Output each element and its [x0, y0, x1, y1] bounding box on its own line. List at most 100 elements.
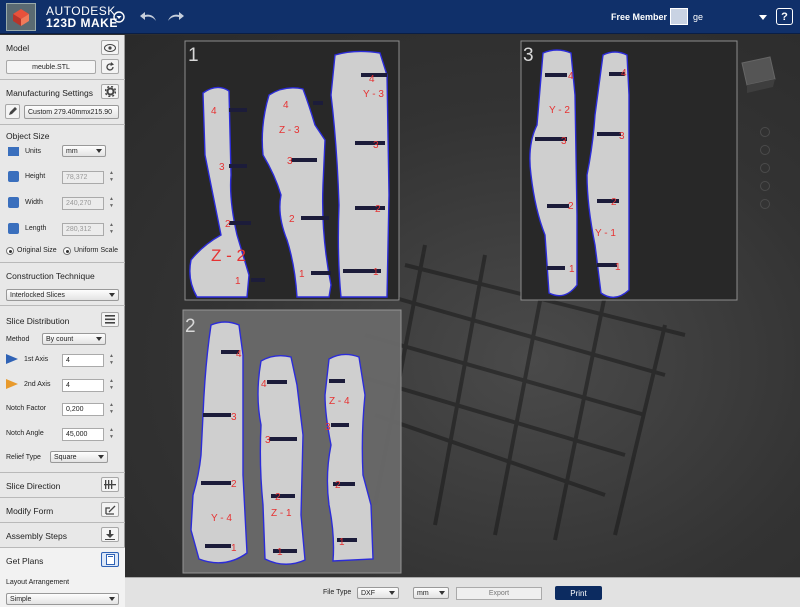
label-3: 3: [287, 156, 293, 167]
label-z4: Z - 4: [329, 396, 350, 407]
label-2: 2: [568, 201, 574, 212]
label-3: 3: [265, 435, 271, 446]
label-z2: Z - 2: [211, 246, 246, 265]
slice-direction-title: Slice Direction: [6, 481, 61, 491]
construction-select[interactable]: Interlocked Slices: [6, 289, 119, 301]
uniform-scale-radio[interactable]: [63, 247, 71, 255]
edit-pencil-icon[interactable]: [5, 104, 20, 119]
notch-factor-stepper[interactable]: ▲ ▼: [108, 402, 115, 416]
original-size-label: Original Size: [17, 247, 57, 254]
units-value: mm: [66, 147, 78, 155]
modify-form-icon[interactable]: [101, 502, 119, 517]
height-cube-icon: [8, 171, 19, 182]
label-1: 1: [277, 547, 283, 558]
layout-arrangement-select[interactable]: Simple: [6, 593, 119, 605]
height-label: Height: [25, 173, 46, 180]
manufacturing-title: Manufacturing Settings: [6, 88, 93, 98]
refresh-model-button[interactable]: [101, 59, 119, 74]
label-2: 2: [335, 480, 341, 491]
second-axis-stepper[interactable]: ▲ ▼: [108, 378, 115, 392]
get-plans-title: Get Plans: [6, 556, 44, 566]
width-field[interactable]: 240,270: [62, 197, 104, 210]
width-stepper[interactable]: ▲ ▼: [108, 196, 115, 210]
label-2: 2: [275, 492, 281, 503]
second-axis-field[interactable]: 4: [62, 379, 104, 392]
construction-section: Construction Technique Interlocked Slice…: [0, 263, 125, 306]
menu-dropdown-icon[interactable]: [110, 9, 128, 25]
units-select[interactable]: mm: [62, 145, 106, 157]
original-size-radio[interactable]: [6, 247, 14, 255]
label-2: 2: [225, 219, 231, 230]
label-1: 1: [569, 264, 575, 275]
construction-value: Interlocked Slices: [10, 291, 65, 299]
undo-icon[interactable]: [140, 9, 158, 25]
length-field[interactable]: 280,312: [62, 223, 104, 236]
zoom-icon[interactable]: [760, 163, 770, 173]
get-plans-icon[interactable]: [101, 552, 119, 567]
slice-distribution-icon[interactable]: [101, 312, 119, 327]
notch-factor-field[interactable]: 0,200: [62, 403, 104, 416]
layout-arrangement-label: Layout Arrangement: [6, 579, 70, 586]
first-axis-field[interactable]: 4: [62, 354, 104, 367]
membership-label: Free Member: [611, 12, 668, 22]
slice-distribution-section: Slice Distribution Method By count 1st A…: [0, 306, 125, 473]
file-type-select[interactable]: DXF: [357, 587, 399, 599]
label-y2: Y - 2: [549, 105, 570, 116]
height-field[interactable]: 78,372: [62, 171, 104, 184]
view-cube-icon[interactable]: [741, 56, 776, 93]
second-axis-arrow-icon: [6, 379, 18, 391]
assembly-steps-section[interactable]: Assembly Steps: [0, 523, 125, 548]
unit-select[interactable]: mm: [413, 587, 449, 599]
file-type-label: File Type: [323, 589, 352, 596]
gear-icon[interactable]: [101, 84, 119, 99]
manufacturing-section: Manufacturing Settings Custom 279.40mmx2…: [0, 80, 125, 125]
object-size-title: Object Size: [6, 131, 50, 141]
orbit-icon[interactable]: [760, 127, 770, 137]
first-axis-arrow-icon: [6, 354, 18, 366]
height-stepper[interactable]: ▲ ▼: [108, 170, 115, 184]
notch-angle-stepper[interactable]: ▲ ▼: [108, 427, 115, 441]
slice-direction-section[interactable]: Slice Direction: [0, 473, 125, 498]
sheet-1-number: 1: [188, 45, 199, 66]
print-button[interactable]: Print: [555, 586, 602, 600]
method-label: Method: [6, 336, 30, 343]
file-type-value: DXF: [361, 589, 375, 597]
label-4: 4: [568, 71, 574, 82]
length-cube-icon: [8, 223, 19, 234]
relief-type-value: Square: [54, 453, 77, 461]
model-title: Model: [6, 43, 30, 53]
help-button[interactable]: ?: [776, 8, 793, 25]
zoom-window-icon[interactable]: [760, 181, 770, 191]
length-stepper[interactable]: ▲ ▼: [108, 222, 115, 236]
label-y3: Y - 3: [363, 89, 384, 100]
view-model-button[interactable]: [101, 40, 119, 55]
settings-panel: Model meuble.STL Manufacturing Settings …: [0, 35, 125, 607]
label-4: 4: [369, 74, 375, 85]
manufacturing-preset-select[interactable]: Custom 279.40mmx215.90: [24, 105, 119, 119]
first-axis-stepper[interactable]: ▲ ▼: [108, 353, 115, 367]
pan-icon[interactable]: [760, 145, 770, 155]
label-y4: Y - 4: [211, 513, 232, 524]
export-button[interactable]: Export: [456, 587, 542, 600]
assembly-steps-icon[interactable]: [101, 527, 119, 542]
label-2: 2: [231, 479, 237, 490]
unit-value: mm: [417, 589, 429, 597]
plan-canvas[interactable]: 1 4 3 2 Z - 2 1 4 Z - 3 3 2 1 4 Y - 3 3 …: [125, 35, 800, 577]
modify-form-section[interactable]: Modify Form: [0, 498, 125, 523]
label-y1: Y - 1: [595, 228, 616, 239]
avatar[interactable]: [670, 8, 688, 25]
username-label[interactable]: ge: [693, 12, 703, 22]
method-select[interactable]: By count: [42, 333, 106, 345]
model-file-button[interactable]: meuble.STL: [6, 60, 96, 74]
redo-icon[interactable]: [166, 9, 184, 25]
relief-type-select[interactable]: Square: [50, 451, 108, 463]
manufacturing-preset-value: Custom 279.40mmx215.90: [28, 108, 113, 116]
slice-direction-icon[interactable]: [101, 477, 119, 492]
notch-angle-field[interactable]: 45,000: [62, 428, 104, 441]
app-logo-icon[interactable]: [6, 3, 36, 31]
width-cube-icon: [8, 197, 19, 208]
units-label: Units: [25, 148, 41, 155]
fit-view-icon[interactable]: [760, 199, 770, 209]
user-menu-chevron-icon[interactable]: [754, 10, 772, 26]
sheet-2-pieces: 4 3 2 Y - 4 1 4 3 2 Z - 1 1 Z - 4 3 2 1: [190, 321, 374, 565]
